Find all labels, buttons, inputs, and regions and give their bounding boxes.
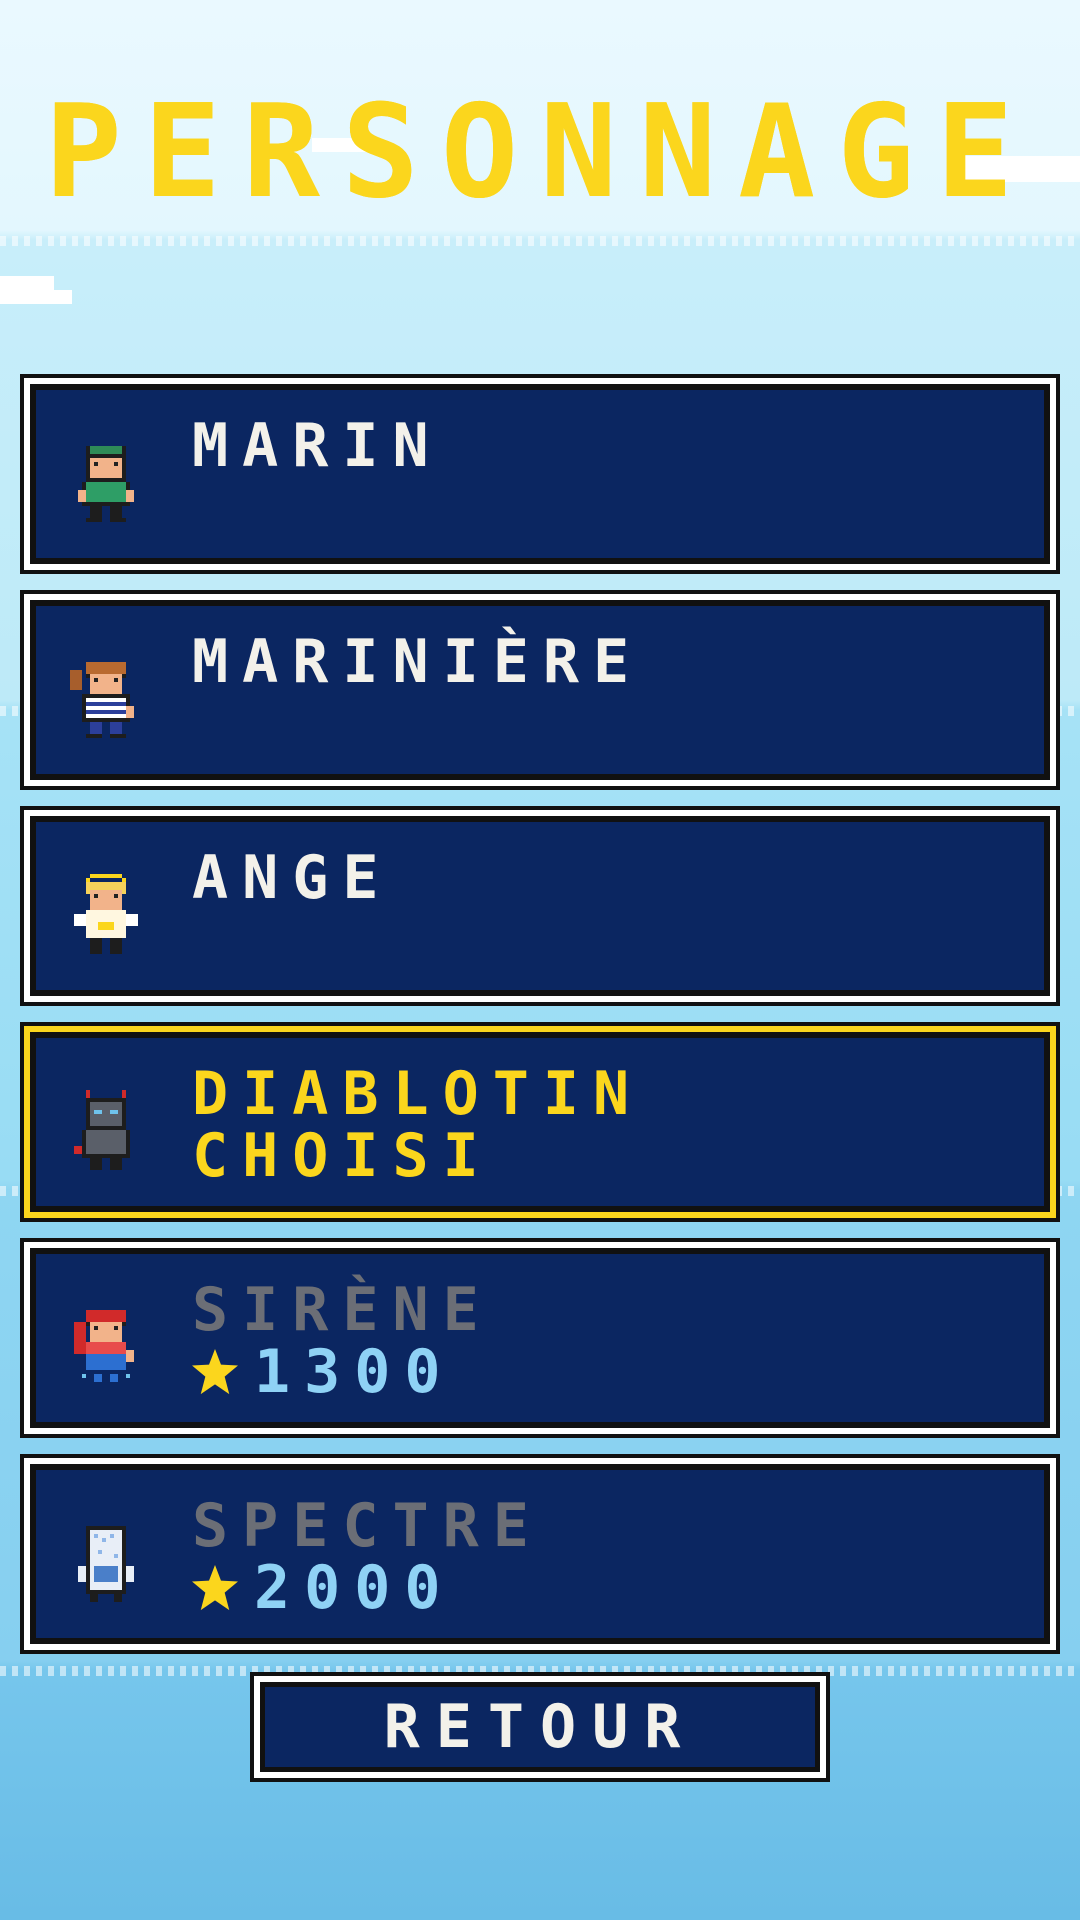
sky-band: [0, 236, 1080, 246]
character-name: DIABLOTIN: [192, 1059, 644, 1129]
character-card-mariniere[interactable]: MARINIÈRE: [24, 594, 1056, 786]
character-name: SIRÈNE: [192, 1275, 493, 1345]
star-icon: [192, 1565, 238, 1611]
character-price: 2000: [192, 1556, 455, 1620]
character-card-marin[interactable]: MARIN: [24, 378, 1056, 570]
price-amount: 2000: [254, 1553, 455, 1623]
character-price: 1300: [192, 1340, 455, 1404]
price-amount: 1300: [254, 1337, 455, 1407]
character-card-spectre[interactable]: SPECTRE 2000: [24, 1458, 1056, 1650]
character-name: ANGE: [192, 843, 393, 913]
sailor-boy-sprite-icon: [78, 446, 134, 522]
character-card-sirene[interactable]: SIRÈNE 1300: [24, 1242, 1056, 1434]
page-title: PERSONNAGE: [44, 78, 1036, 227]
ghost-sprite-icon: [78, 1526, 134, 1602]
character-card-diablotin[interactable]: DIABLOTIN CHOISI: [24, 1026, 1056, 1218]
sailor-girl-sprite-icon: [70, 662, 134, 738]
selected-status-label: CHOISI: [192, 1121, 493, 1191]
cloud: [0, 290, 72, 304]
mermaid-sprite-icon: [74, 1310, 134, 1382]
character-list: MARIN MARINIÈRE ANGE DIABLOTIN CHOISI SI…: [24, 378, 1056, 1674]
back-button[interactable]: RETOUR: [254, 1676, 826, 1778]
star-icon: [192, 1349, 238, 1395]
character-name: MARIN: [192, 411, 443, 481]
imp-sprite-icon: [74, 1090, 130, 1170]
character-card-ange[interactable]: ANGE: [24, 810, 1056, 1002]
angel-sprite-icon: [74, 874, 138, 954]
character-name: SPECTRE: [192, 1491, 543, 1561]
character-name: MARINIÈRE: [192, 627, 644, 697]
